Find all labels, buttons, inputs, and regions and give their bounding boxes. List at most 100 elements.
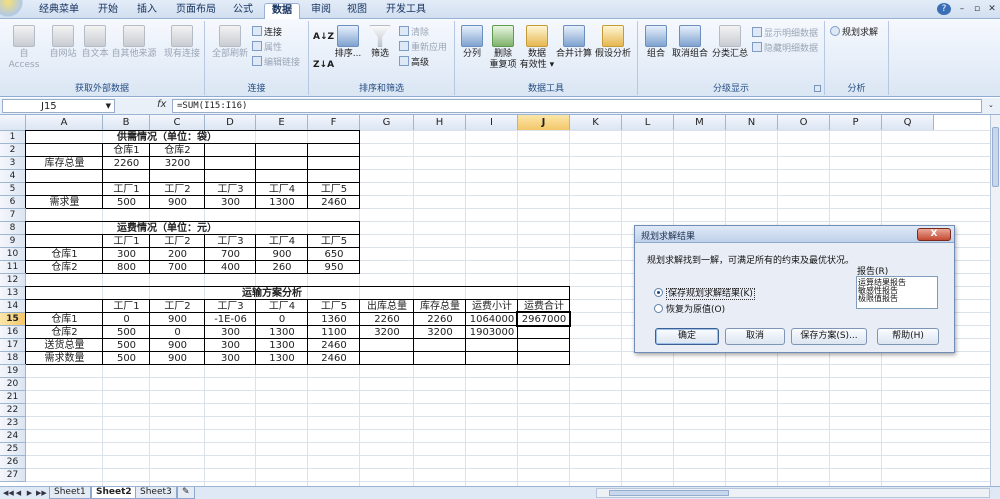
sort-button[interactable]: 排序... <box>333 25 363 60</box>
sheet-tab-sheet2[interactable]: Sheet2 <box>91 487 137 499</box>
demand-cell[interactable]: 900 <box>150 196 205 209</box>
select-all-corner[interactable] <box>0 115 26 131</box>
cost-factory-header[interactable]: 工厂1 <box>103 235 150 248</box>
vertical-scrollbar[interactable] <box>990 115 1000 486</box>
column-header[interactable]: C <box>150 115 205 131</box>
column-header[interactable]: J <box>518 115 570 131</box>
from-web-button[interactable]: 自网站 <box>46 25 80 60</box>
plan-cell[interactable]: 900 <box>150 352 205 365</box>
plan-cell[interactable]: 500 <box>103 339 150 352</box>
tab-insert[interactable]: 插入 <box>130 3 164 19</box>
plan-cell[interactable]: 1064000 <box>466 313 518 326</box>
plan-header[interactable]: 出库总量 <box>360 300 414 313</box>
ungroup-button[interactable]: 取消组合 <box>670 25 710 60</box>
insert-function-icon[interactable]: fx <box>157 99 166 110</box>
ok-button[interactable]: 确定 <box>655 328 719 345</box>
cost-cell[interactable]: 300 <box>103 248 150 261</box>
cost-warehouse2-label[interactable]: 仓库2 <box>26 261 103 274</box>
row-header[interactable]: 5 <box>0 183 26 196</box>
row-header[interactable]: 14 <box>0 300 26 313</box>
cost-cell[interactable]: 200 <box>150 248 205 261</box>
column-header[interactable]: O <box>778 115 830 131</box>
keep-solution-radio[interactable]: 保存规划求解结果(K) <box>654 286 755 300</box>
sort-za-icon[interactable]: Z↓A <box>313 59 334 72</box>
column-header[interactable]: E <box>256 115 308 131</box>
cost-factory-header[interactable]: 工厂5 <box>308 235 360 248</box>
row-header[interactable]: 15 <box>0 313 26 326</box>
cost-cell[interactable]: 700 <box>150 261 205 274</box>
row-header[interactable]: 25 <box>0 443 26 456</box>
stock-warehouse2[interactable]: 3200 <box>150 157 205 170</box>
plan-cell[interactable]: 2260 <box>360 313 414 326</box>
row-header[interactable]: 12 <box>0 274 26 287</box>
row-header[interactable]: 24 <box>0 430 26 443</box>
plan-header[interactable]: 工厂4 <box>256 300 308 313</box>
demand-cell[interactable]: 2460 <box>308 196 360 209</box>
plan-header[interactable]: 工厂1 <box>103 300 150 313</box>
plan-header[interactable]: 工厂5 <box>308 300 360 313</box>
column-header[interactable]: A <box>26 115 103 131</box>
stock-label[interactable]: 库存总量 <box>26 157 103 170</box>
restore-values-radio[interactable]: 恢复为原值(O) <box>654 302 725 315</box>
column-header[interactable]: I <box>466 115 518 131</box>
row-header[interactable]: 1 <box>0 131 26 144</box>
row-header[interactable]: 8 <box>0 222 26 235</box>
row-header[interactable]: 21 <box>0 391 26 404</box>
sheet-tab-sheet3[interactable]: Sheet3 <box>135 487 177 499</box>
row-header[interactable]: 17 <box>0 339 26 352</box>
from-text-button[interactable]: 自文本 <box>80 25 110 60</box>
factory-header[interactable]: 工厂1 <box>103 183 150 196</box>
demand-label[interactable]: 需求量 <box>26 196 103 209</box>
column-header[interactable]: D <box>205 115 256 131</box>
factory-header[interactable]: 工厂4 <box>256 183 308 196</box>
plan-cell[interactable]: 3200 <box>414 326 466 339</box>
plan-cell[interactable]: 0 <box>103 313 150 326</box>
tab-developer[interactable]: 开发工具 <box>378 3 434 19</box>
vertical-scroll-thumb[interactable] <box>992 127 999 187</box>
sheet-tab-sheet1[interactable]: Sheet1 <box>49 487 91 499</box>
remove-duplicates-button[interactable]: 删除 重复项 <box>487 25 519 71</box>
save-scenario-button[interactable]: 保存方案(S)... <box>791 328 867 345</box>
plan-row-label[interactable]: 需求数量 <box>26 352 103 365</box>
supply-warehouse2-header[interactable]: 仓库2 <box>150 144 205 157</box>
cancel-button[interactable]: 取消 <box>725 328 785 345</box>
tab-home[interactable]: 开始 <box>88 3 128 19</box>
plan-header[interactable]: 库存总量 <box>414 300 466 313</box>
stock-warehouse1[interactable]: 2260 <box>103 157 150 170</box>
plan-header[interactable]: 运费小计 <box>466 300 518 313</box>
cost-cell[interactable]: 950 <box>308 261 360 274</box>
column-header[interactable]: Q <box>882 115 934 131</box>
plan-cell[interactable]: 1360 <box>308 313 360 326</box>
plan-cell[interactable]: 2260 <box>414 313 466 326</box>
edit-links-button[interactable]: 编辑链接 <box>252 56 300 69</box>
cost-cell[interactable]: 700 <box>205 248 256 261</box>
expand-formula-bar-icon[interactable]: ⌄ <box>988 101 994 109</box>
solver-button[interactable]: 规划求解 <box>830 26 878 39</box>
close-icon[interactable]: ✕ <box>985 3 999 15</box>
cost-cell[interactable]: 260 <box>256 261 308 274</box>
properties-button[interactable]: 属性 <box>252 41 282 54</box>
advanced-filter-button[interactable]: 高级 <box>399 56 429 69</box>
row-header[interactable]: 19 <box>0 365 26 378</box>
row-header[interactable]: 3 <box>0 157 26 170</box>
report-listbox[interactable]: 运算结果报告 敏感性报告 极限值报告 <box>856 276 938 309</box>
row-header[interactable]: 10 <box>0 248 26 261</box>
row-header[interactable]: 16 <box>0 326 26 339</box>
column-header[interactable]: L <box>622 115 674 131</box>
plan-cell[interactable]: 0 <box>256 313 308 326</box>
column-header[interactable]: B <box>103 115 150 131</box>
name-box-dropdown-icon[interactable]: ▼ <box>106 100 111 113</box>
subtotal-button[interactable]: 分类汇总 <box>710 25 750 60</box>
supply-table-title[interactable]: 供需情况（单位：袋） <box>26 131 308 144</box>
existing-connections-button[interactable]: 现有连接 <box>162 25 202 60</box>
office-button-icon[interactable] <box>0 0 30 19</box>
demand-cell[interactable]: 300 <box>205 196 256 209</box>
dialog-titlebar[interactable]: 规划求解结果 X <box>635 226 954 243</box>
cost-table-title[interactable]: 运费情况（单位：元） <box>26 222 308 235</box>
plan-cell[interactable]: 2460 <box>308 339 360 352</box>
from-other-sources-button[interactable]: 自其他来源 <box>110 25 158 60</box>
plan-cell[interactable]: 300 <box>205 326 256 339</box>
next-sheet-icon[interactable]: ▶ <box>25 488 34 498</box>
formula-input[interactable]: =SUM(I15:I16) <box>172 99 982 113</box>
column-header[interactable]: P <box>830 115 882 131</box>
